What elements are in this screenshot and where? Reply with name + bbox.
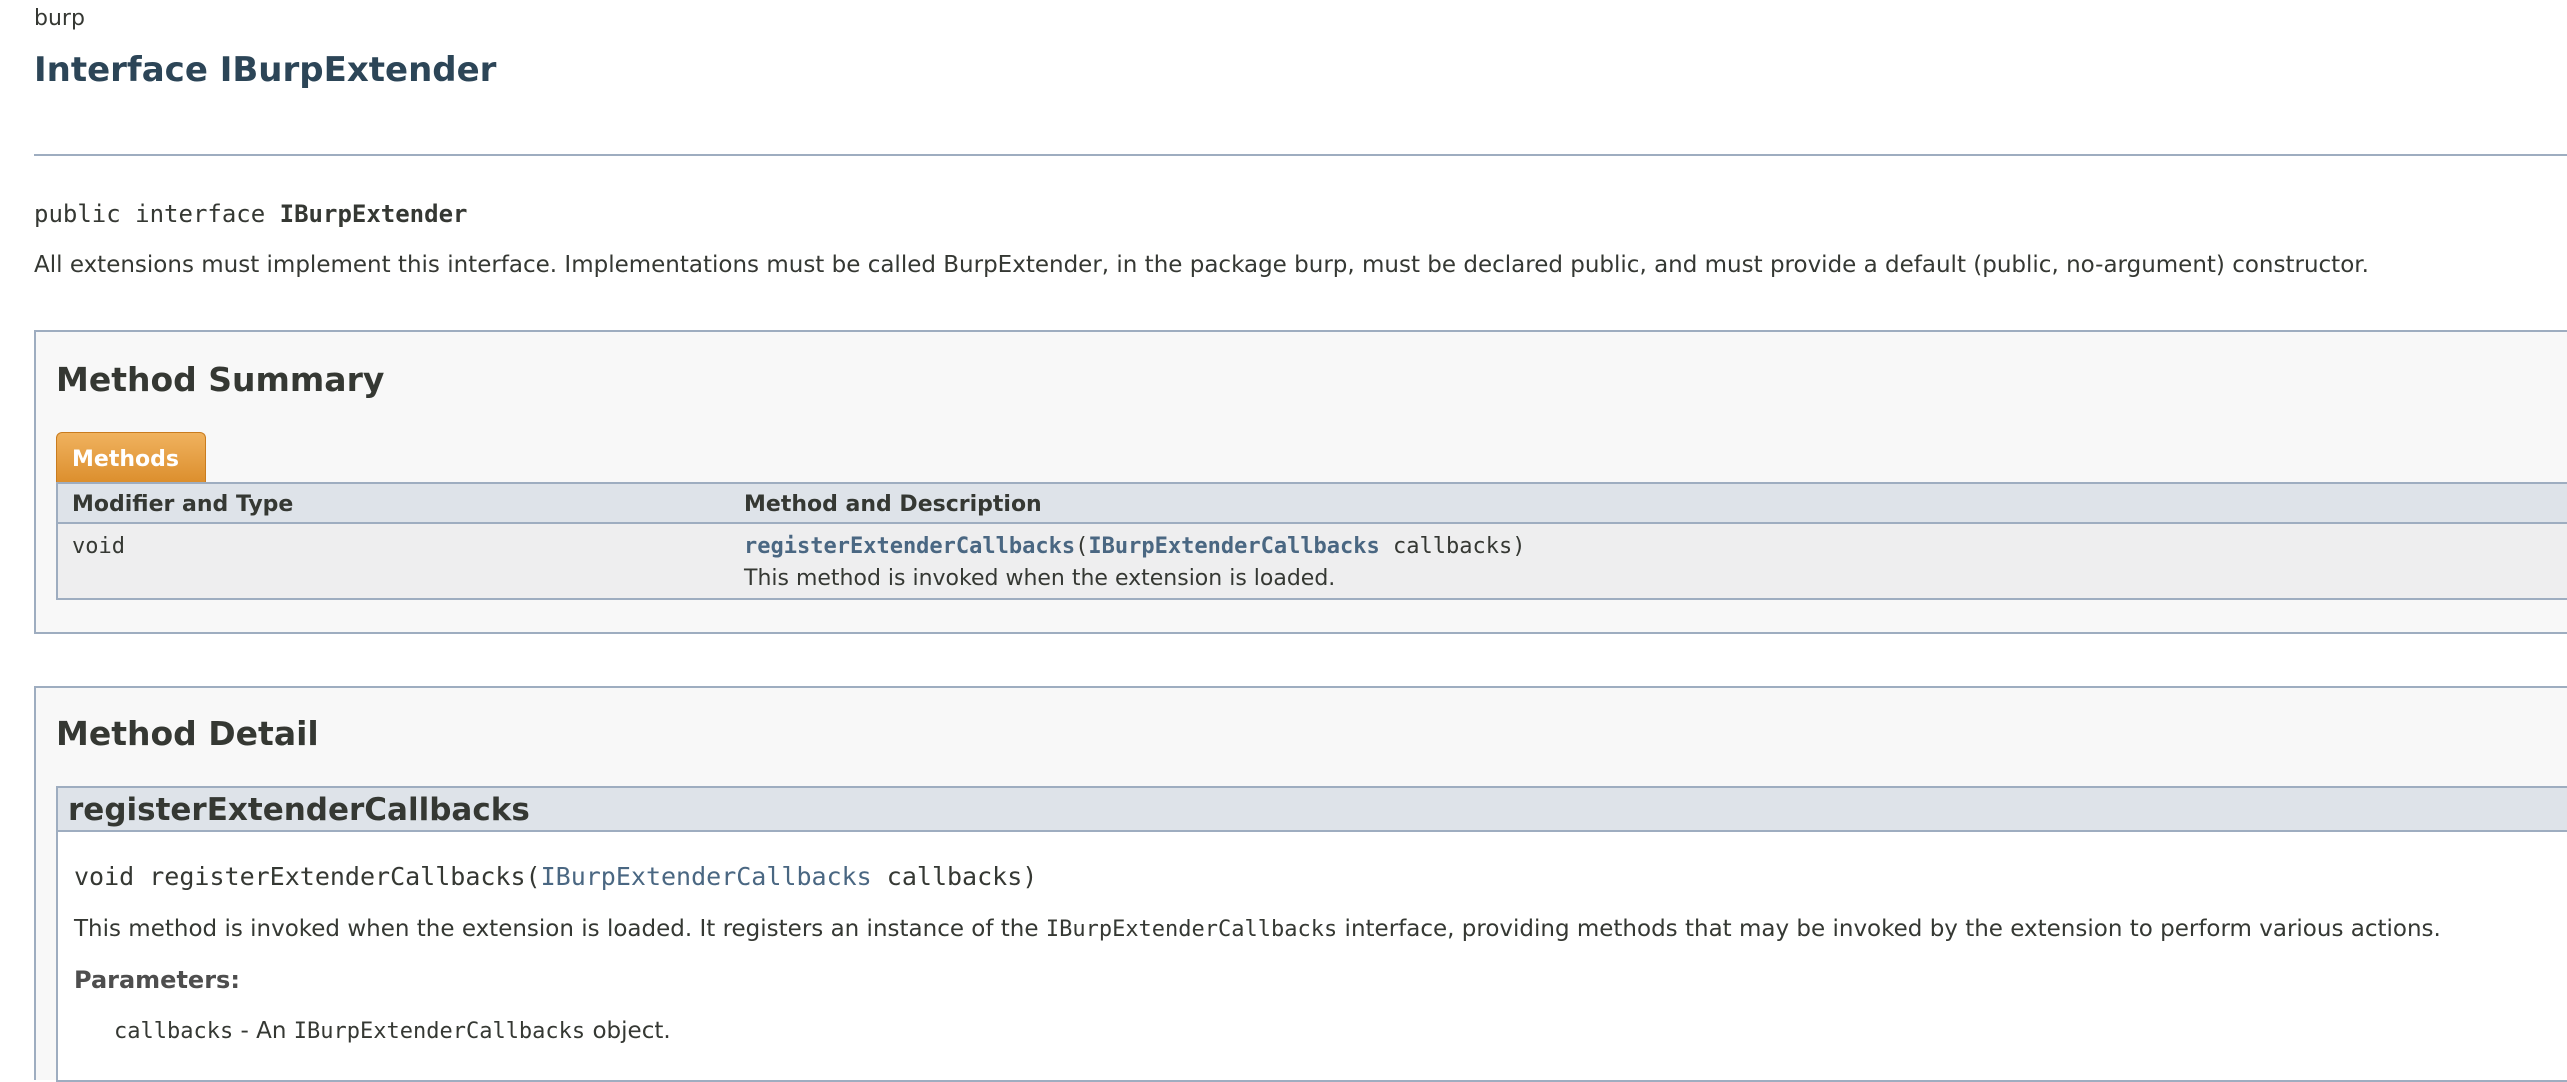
method-summary-heading: Method Summary (56, 360, 385, 399)
detail-param-type-link[interactable]: IBurpExtenderCallbacks (541, 862, 872, 891)
signature-name: IBurpExtender (279, 200, 468, 228)
parameters-label: Parameters: (74, 966, 240, 994)
table-header-row: Modifier and Type Method and Description (58, 484, 2567, 524)
detail-desc-before: This method is invoked when the extensio… (74, 916, 1046, 942)
param-name: callbacks (1393, 534, 1513, 559)
method-short-description: This method is invoked when the extensio… (744, 566, 1336, 591)
method-detail-section: Method Detail registerExtenderCallbacks … (34, 686, 2567, 1082)
detail-desc-code: IBurpExtenderCallbacks (1045, 917, 1338, 942)
method-detail-signature: void registerExtenderCallbacks(IBurpExte… (74, 862, 1037, 891)
parameter-entry: callbacks - An IBurpExtenderCallbacks ob… (114, 1018, 671, 1044)
column-header-method-description: Method and Description (744, 492, 1042, 517)
method-summary-table: Modifier and Type Method and Description… (56, 482, 2567, 600)
signature-prefix: public interface (34, 200, 280, 228)
interface-signature: public interface IBurpExtender (34, 200, 467, 228)
page-title: Interface IBurpExtender (34, 50, 497, 90)
method-return-type: void (72, 534, 125, 559)
title-divider (34, 154, 2567, 156)
detail-signature-prefix: void registerExtenderCallbacks( (74, 862, 541, 891)
detail-desc-after: interface, providing methods that may be… (1337, 916, 2441, 942)
column-header-modifier-type: Modifier and Type (72, 492, 294, 517)
method-link-registerExtenderCallbacks[interactable]: registerExtenderCallbacks (744, 534, 1075, 559)
method-detail-name: registerExtenderCallbacks (68, 792, 530, 828)
parameter-name: callbacks (114, 1019, 234, 1044)
method-detail-description: This method is invoked when the extensio… (74, 916, 2441, 942)
package-name: burp (34, 6, 85, 31)
detail-signature-suffix: callbacks) (871, 862, 1038, 891)
method-signature-cell: registerExtenderCallbacks(IBurpExtenderC… (744, 534, 1526, 559)
parameter-desc-code: IBurpExtenderCallbacks (293, 1019, 586, 1044)
interface-description: All extensions must implement this inter… (34, 252, 2369, 278)
parameter-desc-before: - An (233, 1018, 294, 1044)
method-detail-heading: Method Detail (56, 714, 319, 753)
method-summary-section: Method Summary Methods Modifier and Type… (34, 330, 2567, 634)
method-detail-bar: registerExtenderCallbacks (58, 788, 2567, 832)
methods-tab[interactable]: Methods (56, 432, 206, 482)
param-type-link[interactable]: IBurpExtenderCallbacks (1088, 534, 1379, 559)
method-detail-entry: registerExtenderCallbacks void registerE… (56, 786, 2567, 1082)
parameter-desc-after: object. (585, 1018, 671, 1044)
